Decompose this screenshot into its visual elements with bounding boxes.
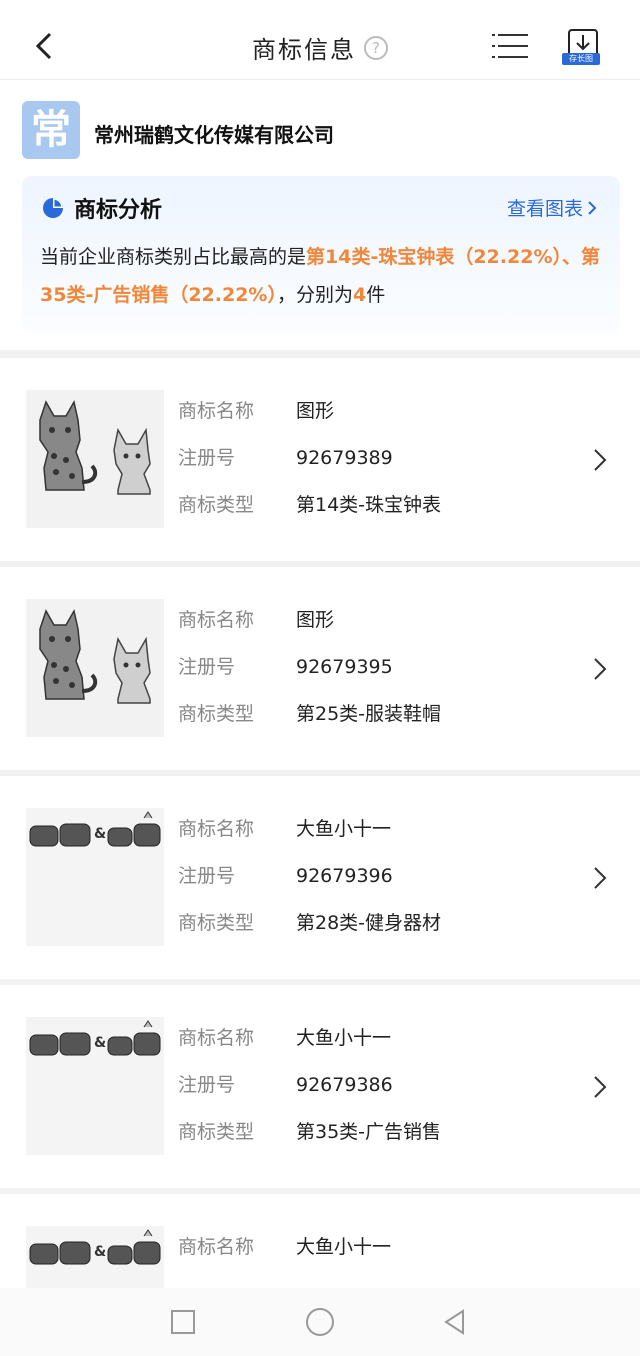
text-trademark-icon: & — [26, 808, 164, 946]
svg-text:&: & — [94, 1244, 106, 1260]
trademark-regno: 92679389 — [296, 447, 393, 469]
trademark-regno-label: 注册号 — [178, 447, 236, 469]
trademark-item[interactable]: 商标名称 图形 注册号 92679395 商标类型 第25类-服装鞋帽 — [0, 567, 640, 776]
summary-middle: ，分别为 — [276, 284, 353, 306]
trademark-name-label: 商标名称 — [178, 1236, 255, 1258]
company-name: 常州瑞鹤文化传媒有限公司 — [94, 123, 334, 147]
trademark-fields: 商标名称 大鱼小十一 注册号 92679396 商标类型 第28类-健身器材 — [178, 814, 441, 955]
trademark-name-label: 商标名称 — [178, 1027, 255, 1049]
help-icon[interactable]: ? — [364, 35, 388, 60]
trademark-type-row: 商标类型 第25类-服装鞋帽 — [178, 699, 441, 746]
trademark-type: 第25类-服装鞋帽 — [296, 703, 442, 725]
trademark-type-row: 商标类型 第14类-珠宝钟表 — [178, 490, 441, 537]
trademark-name-row: 商标名称 大鱼小十一 — [178, 1023, 441, 1070]
trademark-type-label: 商标类型 — [178, 703, 255, 725]
trademark-name: 大鱼小十一 — [296, 1236, 392, 1258]
svg-text:&: & — [94, 1035, 106, 1051]
system-navigation-bar — [0, 1288, 640, 1356]
trademark-name-row: 商标名称 图形 — [178, 605, 441, 652]
chevron-right-icon[interactable] — [590, 864, 610, 892]
trademark-type-label: 商标类型 — [178, 1121, 255, 1143]
trademark-regno: 92679386 — [296, 1074, 393, 1096]
trademark-regno-row: 注册号 92679395 — [178, 652, 441, 699]
divider — [0, 350, 640, 358]
trademark-fields: 商标名称 大鱼小十一 — [178, 1232, 391, 1279]
company-logo: 常 — [22, 101, 80, 159]
menu-list-icon[interactable] — [492, 32, 528, 60]
trademark-regno-row: 注册号 92679386 — [178, 1070, 441, 1117]
view-chart-link[interactable]: 查看图表 — [507, 194, 598, 221]
trademark-regno-row: 注册号 92679389 — [178, 443, 441, 490]
trademark-item[interactable]: & 商标名称 大鱼小十一 注册号 92679386 商标类型 第35类-广告销售 — [0, 985, 640, 1194]
trademark-name: 图形 — [296, 400, 335, 422]
trademark-name-row: 商标名称 大鱼小十一 — [178, 814, 441, 861]
view-chart-label: 查看图表 — [506, 198, 583, 220]
trademark-fields: 商标名称 图形 注册号 92679395 商标类型 第25类-服装鞋帽 — [178, 605, 441, 746]
trademark-type-row: 商标类型 第35类-广告销售 — [178, 1117, 441, 1164]
trademark-info-page: 商标信息? 存长图 常 常州瑞鹤文化传媒有限公司 商标分析 查看图表 当前企业商… — [0, 0, 640, 1356]
trademark-type: 第35类-广告销售 — [296, 1121, 442, 1143]
trademark-name: 大鱼小十一 — [296, 1027, 392, 1049]
trademark-name-label: 商标名称 — [178, 818, 255, 840]
summary-count: 4 — [352, 284, 367, 306]
trademark-item[interactable]: & 商标名称 大鱼小十一 注册号 92679396 商标类型 第28类-健身器材 — [0, 776, 640, 985]
trademark-type-label: 商标类型 — [178, 912, 255, 934]
text-trademark-icon: & — [26, 1017, 164, 1155]
trademark-regno-label: 注册号 — [178, 1074, 236, 1096]
trademark-type-label: 商标类型 — [178, 494, 255, 516]
summary-prefix: 当前企业商标类别占比最高的是 — [40, 246, 307, 268]
trademark-fields: 商标名称 图形 注册号 92679389 商标类型 第14类-珠宝钟表 — [178, 396, 441, 537]
chevron-right-icon[interactable] — [590, 1073, 610, 1101]
analysis-summary: 当前企业商标类别占比最高的是第14类-珠宝钟表（22.22%）、第35类-广告销… — [40, 238, 608, 314]
svg-text:&: & — [94, 826, 106, 842]
trademark-name-label: 商标名称 — [178, 609, 255, 631]
top-bar: 商标信息? 存长图 — [0, 0, 640, 80]
cat-trademark-icon — [26, 599, 164, 737]
trademark-regno: 92679395 — [296, 656, 393, 678]
trademark-regno-row: 注册号 92679396 — [178, 861, 441, 908]
page-title: 商标信息? — [0, 30, 640, 65]
trademark-regno-label: 注册号 — [178, 865, 236, 887]
trademark-name-row: 商标名称 大鱼小十一 — [178, 1232, 391, 1279]
page-title-text: 商标信息 — [252, 36, 356, 64]
trademark-name-label: 商标名称 — [178, 400, 255, 422]
trademark-type: 第28类-健身器材 — [296, 912, 442, 934]
chevron-right-icon[interactable] — [590, 446, 610, 474]
analysis-title: 商标分析 — [74, 198, 163, 223]
chevron-right-icon[interactable] — [590, 655, 610, 683]
trademark-item[interactable]: 商标名称 图形 注册号 92679389 商标类型 第14类-珠宝钟表 — [0, 358, 640, 567]
company-header: 常 常州瑞鹤文化传媒有限公司 — [0, 81, 640, 171]
trademark-list: 商标名称 图形 注册号 92679389 商标类型 第14类-珠宝钟表 商标名称… — [0, 358, 640, 1356]
trademark-name-row: 商标名称 图形 — [178, 396, 441, 443]
trademark-type-row: 商标类型 第28类-健身器材 — [178, 908, 441, 955]
chevron-right-icon — [588, 201, 597, 215]
trademark-regno: 92679396 — [296, 865, 393, 887]
system-back-icon[interactable] — [441, 1308, 469, 1336]
recent-apps-icon[interactable] — [171, 1310, 195, 1334]
cat-trademark-icon — [26, 390, 164, 528]
trademark-regno-label: 注册号 — [178, 656, 236, 678]
trademark-analysis-card: 商标分析 查看图表 当前企业商标类别占比最高的是第14类-珠宝钟表（22.22%… — [22, 176, 620, 334]
pie-chart-icon — [43, 198, 63, 218]
summary-suffix: 件 — [366, 284, 386, 306]
home-icon[interactable] — [306, 1308, 334, 1336]
trademark-name: 大鱼小十一 — [296, 818, 392, 840]
trademark-type: 第14类-珠宝钟表 — [296, 494, 442, 516]
trademark-fields: 商标名称 大鱼小十一 注册号 92679386 商标类型 第35类-广告销售 — [178, 1023, 441, 1164]
trademark-name: 图形 — [296, 609, 335, 631]
save-long-image-button[interactable]: 存长图 — [562, 53, 600, 65]
